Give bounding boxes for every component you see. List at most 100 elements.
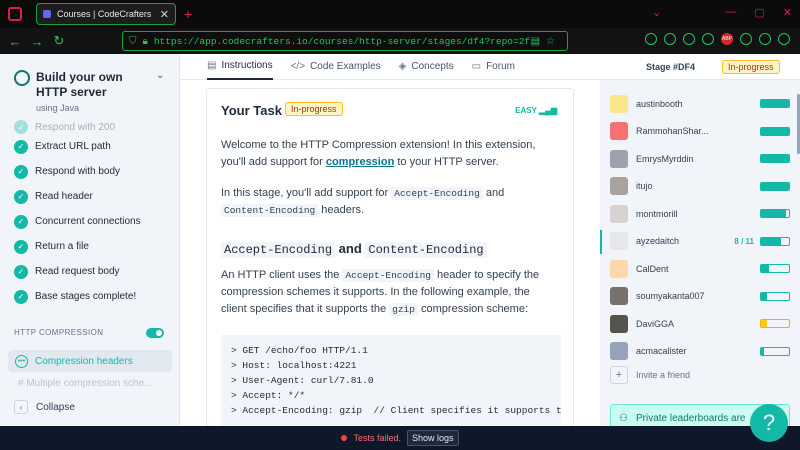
course-title: Build your own HTTP server [36,70,123,99]
leaderboard-row[interactable]: CalDent [610,255,790,283]
progress-bar [760,99,790,109]
tab-list-chevron-icon[interactable]: ⌄ [652,6,661,19]
browser-tab-bar: Courses | CodeCrafters ✕ + ⌄ — ▢ ✕ [0,0,800,28]
avatar [610,259,628,278]
stage-content: Your Task In-progress EASY ▂▄▆ Welcome t… [180,54,600,426]
course-header[interactable]: Build your own HTTP server using Java ⌄ [14,70,174,113]
stage-label: Return a file [35,241,89,252]
browser-menu-icon[interactable] [8,7,22,21]
reload-icon[interactable]: ↻ [48,33,70,49]
stage-item[interactable]: ✓ Concurrent connections [14,209,174,234]
url-bar[interactable]: ⛉ 🔒︎ https://app.codecrafters.io/courses… [122,31,568,51]
leaderboard-row[interactable]: EmrysMyrddin [610,145,790,173]
paragraph: Welcome to the HTTP Compression extensio… [221,139,536,168]
tab-forum[interactable]: ▭ Forum [472,54,515,80]
book-icon: ▤ [207,60,217,71]
task-title: Your Task [221,103,282,118]
close-window-icon[interactable]: ✕ [783,6,792,19]
code-block[interactable]: > GET /echo/foo HTTP/1.1 > Host: localhos… [221,335,561,426]
avatar [610,94,628,113]
new-tab-icon[interactable]: + [184,6,192,22]
extension-toggle[interactable] [146,328,164,338]
chevron-down-icon[interactable]: ⌄ [156,70,164,113]
progress-fill [761,265,770,273]
progress-bar [760,236,790,246]
stage-item[interactable]: ✓ Respond with body [14,159,174,184]
leaderboard-username: ayzedaitch [636,236,680,247]
stage-item[interactable]: ✓ Return a file [14,234,174,259]
stage-item-active[interactable]: ••• Compression headers [8,350,172,372]
avatar [610,122,628,141]
http-globe-icon [14,70,30,86]
progress-bar [760,291,790,301]
stage-item[interactable]: ✓ Extract URL path [14,134,174,159]
volume-icon[interactable] [702,33,714,45]
reader-mode-icon[interactable]: ▤ [531,36,540,47]
leaderboard-row[interactable]: montmorill [610,200,790,228]
menu-icon[interactable] [778,33,790,45]
back-icon[interactable]: ← [4,34,26,49]
leaderboard-row[interactable]: itujo [610,173,790,201]
leaderboard-username: CalDent [636,263,669,274]
download-icon[interactable] [664,33,676,45]
leaderboard-row[interactable]: acmacalister [610,338,790,366]
stage-item[interactable]: ✓ Respond with 200 [14,120,174,134]
inline-code: Accept-Encoding [342,269,434,282]
inline-code: Content-Encoding [221,204,319,217]
progress-fill [761,347,764,355]
course-language: using Java [36,103,80,113]
lock-icon[interactable]: 🔒︎ [143,36,148,47]
progress-fill [761,292,767,300]
code-line: > GET /echo/foo HTTP/1.1 [231,345,368,356]
extension-puzzle-icon[interactable] [740,33,752,45]
close-tab-icon[interactable]: ✕ [160,8,169,21]
invite-friend-button[interactable]: + Invite a friend [610,366,690,384]
account-icon[interactable] [683,33,695,45]
bookmark-star-icon[interactable]: ☆ [546,36,555,47]
avatar [610,342,628,361]
show-logs-button[interactable]: Show logs [407,430,459,446]
leaderboard-username: montmorill [636,208,678,219]
content-tabs: ▤ Instructions </> Code Examples ◈ Concepts… [180,54,600,80]
forward-icon[interactable]: → [26,34,48,49]
code-line: > Accept: */* [231,390,306,401]
collapse-label: Collapse [36,401,75,413]
help-button[interactable]: ? [750,404,788,442]
leaderboard-username: soumyakanta007 [636,291,705,302]
avatar [610,232,628,251]
window-controls: ⌄ — ▢ ✕ [652,6,792,19]
compression-link[interactable]: compression [326,156,394,168]
adblock-icon[interactable]: ABP [721,33,733,45]
collapse-button[interactable]: ‹ Collapse [14,400,75,414]
stage-item[interactable]: ✓ Read header [14,184,174,209]
tab-code-examples[interactable]: </> Code Examples [291,54,381,80]
pen-icon[interactable] [759,33,771,45]
leaderboard-list: austinbooth RammohanShar... EmrysMyrddin it… [600,90,790,366]
check-icon: ✓ [14,289,28,304]
tab-title: Courses | CodeCrafters [57,9,152,19]
leaderboard-panel: Stage #DF4 In-progress austinbooth Rammoh… [600,54,800,426]
leaderboard-row[interactable]: DaviGGA [610,310,790,338]
maximize-icon[interactable]: ▢ [754,6,764,19]
stage-item[interactable]: ✓ Read request body [14,259,174,284]
leaderboard-username: acmacalister [636,346,687,357]
progress-bar [760,319,790,329]
leaderboard-row[interactable]: ayzedaitch 8 / 11 [600,228,790,256]
stage-item[interactable]: ✓ Base stages complete! [14,284,174,309]
course-sidebar: Build your own HTTP server using Java ⌄ … [0,54,180,426]
browser-tab[interactable]: Courses | CodeCrafters ✕ [36,3,176,25]
tab-instructions[interactable]: ▤ Instructions [207,54,273,80]
leaderboard-row[interactable]: austinbooth [610,90,790,118]
leaderboard-row[interactable]: soumyakanta007 [610,283,790,311]
minimize-icon[interactable]: — [725,6,736,19]
check-icon: ✓ [14,264,28,279]
leaderboard-row[interactable]: RammohanShar... [610,118,790,146]
stage-item-next[interactable]: # Multiple compression sche... [18,378,153,389]
url-text[interactable]: https://app.codecrafters.io/courses/http… [154,36,531,47]
tab-concepts[interactable]: ◈ Concepts [399,54,454,80]
pocket-icon[interactable] [645,33,657,45]
stage-label: Compression headers [35,355,133,367]
stage-label: Concurrent connections [35,216,141,227]
progress-fill [761,155,789,163]
shield-icon[interactable]: ⛉ [129,36,137,47]
